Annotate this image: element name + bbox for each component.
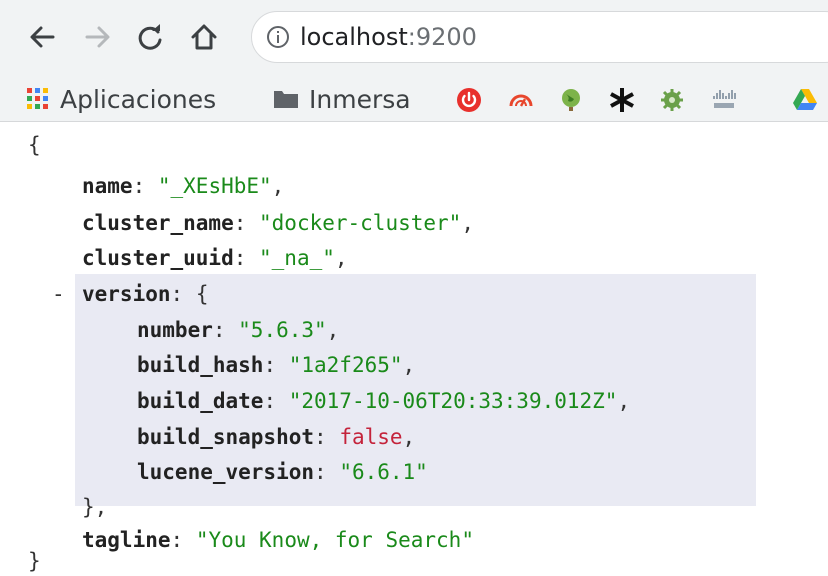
home-button[interactable] bbox=[184, 17, 224, 57]
globe-icon[interactable] bbox=[558, 87, 584, 113]
apps-grid-icon bbox=[27, 88, 48, 109]
bookmark-folder-label: Inmersa bbox=[309, 84, 411, 114]
json-key-build-hash: build_hash bbox=[137, 353, 264, 377]
json-key-version: version bbox=[82, 282, 171, 306]
json-value-name: "_XEsHbE" bbox=[157, 174, 272, 198]
json-key-tagline: tagline bbox=[82, 528, 171, 552]
json-key-build-date: build_date bbox=[137, 389, 264, 413]
json-value-cluster-uuid: "_na_" bbox=[259, 246, 335, 270]
json-key-lucene-version: lucene_version bbox=[137, 460, 315, 484]
json-collapse-toggle[interactable]: - bbox=[52, 279, 65, 309]
json-row-number: number: "5.6.3", bbox=[137, 318, 340, 342]
json-value-cluster-name: "docker-cluster" bbox=[259, 211, 462, 235]
json-key-build-snapshot: build_snapshot bbox=[137, 425, 315, 449]
json-value-build-hash: "1a2f265" bbox=[288, 353, 403, 377]
forward-button[interactable] bbox=[78, 17, 118, 57]
json-open-brace: { bbox=[28, 130, 41, 160]
json-row-cluster-uuid: cluster_uuid: "_na_", bbox=[82, 246, 348, 270]
bookmark-apps-label: Aplicaciones bbox=[60, 84, 217, 114]
json-viewer: { name: "_XEsHbE", cluster_name: "docker… bbox=[0, 122, 828, 573]
json-key-cluster-uuid: cluster_uuid bbox=[82, 246, 234, 270]
info-circle-icon[interactable] bbox=[266, 25, 290, 49]
json-value-build-date: "2017-10-06T20:33:39.012Z" bbox=[288, 389, 618, 413]
json-row-build-snapshot: build_snapshot: false, bbox=[137, 425, 416, 449]
gauge-icon[interactable] bbox=[508, 87, 534, 113]
asterisk-icon[interactable] bbox=[609, 87, 635, 113]
cisco-icon[interactable] bbox=[711, 87, 737, 113]
json-value-number: "5.6.3" bbox=[238, 318, 327, 342]
json-row-build-date: build_date: "2017-10-06T20:33:39.012Z", bbox=[137, 389, 631, 413]
url-port: :9200 bbox=[407, 23, 477, 51]
open-brace: { bbox=[28, 133, 41, 157]
home-icon bbox=[191, 24, 217, 50]
reload-button[interactable] bbox=[130, 17, 170, 57]
bookmarks-bar: Aplicaciones Inmersa bbox=[0, 76, 828, 122]
arrow-right-icon bbox=[85, 26, 110, 48]
bookmark-folder-inmersa[interactable]: Inmersa bbox=[273, 82, 411, 116]
json-row-version: version: { bbox=[82, 282, 209, 306]
reload-icon bbox=[138, 24, 162, 50]
drive-icon[interactable] bbox=[792, 87, 818, 113]
back-button[interactable] bbox=[22, 17, 62, 57]
url-host: localhost bbox=[300, 23, 408, 51]
gear-icon[interactable] bbox=[659, 87, 685, 113]
json-key-name: name bbox=[82, 174, 133, 198]
collapse-toggle[interactable]: - bbox=[52, 282, 65, 306]
json-row-lucene-version: lucene_version: "6.6.1" bbox=[137, 460, 428, 484]
json-row-cluster-name: cluster_name: "docker-cluster", bbox=[82, 211, 474, 235]
version-open-brace: { bbox=[195, 282, 209, 306]
json-row-tagline: tagline: "You Know, for Search" bbox=[82, 528, 474, 552]
json-row-build-hash: build_hash: "1a2f265", bbox=[137, 353, 416, 377]
browser-toolbar: localhost:9200 bbox=[0, 0, 828, 76]
version-close-brace: }, bbox=[82, 495, 108, 519]
json-value-build-snapshot: false bbox=[339, 425, 403, 449]
json-value-tagline: "You Know, for Search" bbox=[195, 528, 474, 552]
close-brace: } bbox=[28, 549, 41, 573]
json-row-name: name: "_XEsHbE", bbox=[82, 174, 285, 198]
json-value-lucene-version: "6.6.1" bbox=[339, 460, 428, 484]
power-icon[interactable] bbox=[456, 87, 482, 113]
json-key-number: number bbox=[137, 318, 213, 342]
json-close-brace: } bbox=[28, 546, 41, 576]
folder-icon bbox=[274, 91, 298, 108]
bookmark-apps[interactable]: Aplicaciones bbox=[26, 82, 216, 116]
arrow-left-icon bbox=[30, 26, 55, 48]
json-version-close: }, bbox=[82, 492, 107, 522]
address-bar[interactable]: localhost:9200 bbox=[251, 11, 828, 63]
url-text[interactable]: localhost:9200 bbox=[300, 22, 477, 52]
json-key-cluster-name: cluster_name bbox=[82, 211, 234, 235]
